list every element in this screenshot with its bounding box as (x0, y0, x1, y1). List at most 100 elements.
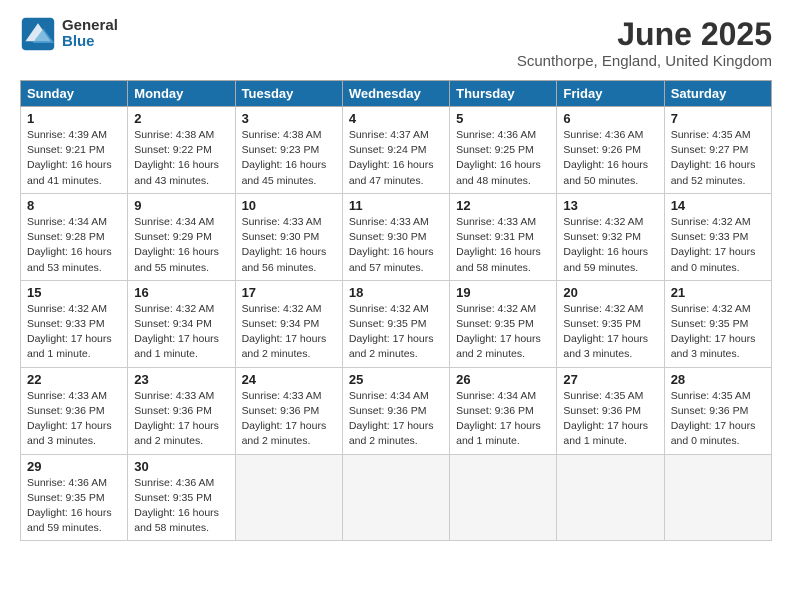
day-cell: 12Sunrise: 4:33 AM Sunset: 9:31 PM Dayli… (450, 193, 557, 280)
calendar-table: SundayMondayTuesdayWednesdayThursdayFrid… (20, 80, 772, 541)
logo: General Blue (20, 16, 118, 52)
day-cell: 3 Sunrise: 4:38 AM Sunset: 9:23 PM Daylig… (235, 107, 342, 194)
week-row-3: 15 Sunrise: 4:32 AM Sunset: 9:33 PM Dayli… (21, 280, 772, 367)
day-cell: 2Sunrise: 4:38 AM Sunset: 9:22 PM Daylig… (128, 107, 235, 194)
header-thursday: Thursday (450, 81, 557, 107)
day-number: 2 (134, 111, 228, 126)
day-cell: 10Sunrise: 4:33 AM Sunset: 9:30 PM Dayli… (235, 193, 342, 280)
day-number: 11 (349, 198, 443, 213)
day-number: 17 (242, 285, 336, 300)
day-number: 7 (671, 111, 765, 126)
day-info: Sunrise: 4:33 AM Sunset: 9:36 PM Dayligh… (134, 389, 228, 450)
header-sunday: Sunday (21, 81, 128, 107)
day-number: 8 (27, 198, 121, 213)
day-info: Sunrise: 4:36 AM Sunset: 9:25 PM Dayligh… (456, 128, 550, 189)
day-info: Sunrise: 4:36 AM Sunset: 9:35 PM Dayligh… (134, 476, 228, 537)
day-info: Sunrise: 4:33 AM Sunset: 9:30 PM Dayligh… (349, 215, 443, 276)
day-number: 16 (134, 285, 228, 300)
day-number: 25 (349, 372, 443, 387)
day-info: Sunrise: 4:33 AM Sunset: 9:36 PM Dayligh… (242, 389, 336, 450)
day-number: 10 (242, 198, 336, 213)
header-friday: Friday (557, 81, 664, 107)
day-cell: 24 Sunrise: 4:33 AM Sunset: 9:36 PM Dayli… (235, 367, 342, 454)
day-cell: 20 Sunrise: 4:32 AM Sunset: 9:35 PM Dayli… (557, 280, 664, 367)
day-info: Sunrise: 4:33 AM Sunset: 9:31 PM Dayligh… (456, 215, 550, 276)
day-number: 27 (563, 372, 657, 387)
day-info: Sunrise: 4:37 AM Sunset: 9:24 PM Dayligh… (349, 128, 443, 189)
logo-icon (20, 16, 56, 52)
day-number: 29 (27, 459, 121, 474)
day-number: 28 (671, 372, 765, 387)
day-cell (664, 454, 771, 541)
day-cell: 1 Sunrise: 4:39 AM Sunset: 9:21 PM Daylig… (21, 107, 128, 194)
logo-general: General (62, 18, 118, 35)
day-number: 9 (134, 198, 228, 213)
calendar-subtitle: Scunthorpe, England, United Kingdom (517, 53, 772, 70)
day-info: Sunrise: 4:34 AM Sunset: 9:36 PM Dayligh… (349, 389, 443, 450)
day-info: Sunrise: 4:35 AM Sunset: 9:36 PM Dayligh… (671, 389, 765, 450)
day-number: 24 (242, 372, 336, 387)
week-row-1: 1 Sunrise: 4:39 AM Sunset: 9:21 PM Daylig… (21, 107, 772, 194)
title-block: June 2025 Scunthorpe, England, United Ki… (517, 16, 772, 70)
day-info: Sunrise: 4:34 AM Sunset: 9:36 PM Dayligh… (456, 389, 550, 450)
day-number: 15 (27, 285, 121, 300)
day-number: 19 (456, 285, 550, 300)
day-number: 18 (349, 285, 443, 300)
day-cell (450, 454, 557, 541)
day-cell: 22Sunrise: 4:33 AM Sunset: 9:36 PM Dayli… (21, 367, 128, 454)
day-cell: 15 Sunrise: 4:32 AM Sunset: 9:33 PM Dayli… (21, 280, 128, 367)
day-cell: 23 Sunrise: 4:33 AM Sunset: 9:36 PM Dayli… (128, 367, 235, 454)
day-info: Sunrise: 4:32 AM Sunset: 9:35 PM Dayligh… (349, 302, 443, 363)
day-number: 14 (671, 198, 765, 213)
day-info: Sunrise: 4:32 AM Sunset: 9:35 PM Dayligh… (563, 302, 657, 363)
day-number: 26 (456, 372, 550, 387)
day-info: Sunrise: 4:32 AM Sunset: 9:35 PM Dayligh… (456, 302, 550, 363)
day-number: 21 (671, 285, 765, 300)
day-info: Sunrise: 4:35 AM Sunset: 9:27 PM Dayligh… (671, 128, 765, 189)
day-number: 13 (563, 198, 657, 213)
day-number: 4 (349, 111, 443, 126)
day-cell (235, 454, 342, 541)
day-cell: 13 Sunrise: 4:32 AM Sunset: 9:32 PM Dayli… (557, 193, 664, 280)
day-info: Sunrise: 4:32 AM Sunset: 9:34 PM Dayligh… (134, 302, 228, 363)
day-cell: 17 Sunrise: 4:32 AM Sunset: 9:34 PM Dayli… (235, 280, 342, 367)
day-info: Sunrise: 4:32 AM Sunset: 9:32 PM Dayligh… (563, 215, 657, 276)
day-cell: 5Sunrise: 4:36 AM Sunset: 9:25 PM Daylig… (450, 107, 557, 194)
header-row: SundayMondayTuesdayWednesdayThursdayFrid… (21, 81, 772, 107)
day-cell: 9 Sunrise: 4:34 AM Sunset: 9:29 PM Daylig… (128, 193, 235, 280)
day-info: Sunrise: 4:32 AM Sunset: 9:35 PM Dayligh… (671, 302, 765, 363)
day-info: Sunrise: 4:34 AM Sunset: 9:28 PM Dayligh… (27, 215, 121, 276)
week-row-4: 22 Sunrise: 4:33 AM Sunset: 9:36 PM Dayli… (21, 367, 772, 454)
logo-blue: Blue (62, 34, 118, 51)
day-info: Sunrise: 4:32 AM Sunset: 9:34 PM Dayligh… (242, 302, 336, 363)
calendar-title: June 2025 (517, 16, 772, 53)
day-number: 1 (27, 111, 121, 126)
day-info: Sunrise: 4:34 AM Sunset: 9:29 PM Dayligh… (134, 215, 228, 276)
day-info: Sunrise: 4:35 AM Sunset: 9:36 PM Dayligh… (563, 389, 657, 450)
day-number: 30 (134, 459, 228, 474)
week-row-5: 29 Sunrise: 4:36 AM Sunset: 9:35 PM Dayli… (21, 454, 772, 541)
logo-text: General Blue (62, 18, 118, 51)
day-cell: 14Sunrise: 4:32 AM Sunset: 9:33 PM Dayli… (664, 193, 771, 280)
day-number: 22 (27, 372, 121, 387)
day-cell: 18 Sunrise: 4:32 AM Sunset: 9:35 PM Dayli… (342, 280, 449, 367)
calendar-page: General Blue June 2025 Scunthorpe, Engla… (0, 0, 792, 612)
day-info: Sunrise: 4:32 AM Sunset: 9:33 PM Dayligh… (27, 302, 121, 363)
header-tuesday: Tuesday (235, 81, 342, 107)
day-cell: 21 Sunrise: 4:32 AM Sunset: 9:35 PM Dayli… (664, 280, 771, 367)
day-number: 3 (242, 111, 336, 126)
day-cell (557, 454, 664, 541)
day-number: 6 (563, 111, 657, 126)
day-cell: 11 Sunrise: 4:33 AM Sunset: 9:30 PM Dayli… (342, 193, 449, 280)
day-cell: 16 Sunrise: 4:32 AM Sunset: 9:34 PM Dayli… (128, 280, 235, 367)
header-wednesday: Wednesday (342, 81, 449, 107)
day-info: Sunrise: 4:36 AM Sunset: 9:26 PM Dayligh… (563, 128, 657, 189)
day-number: 20 (563, 285, 657, 300)
day-info: Sunrise: 4:38 AM Sunset: 9:23 PM Dayligh… (242, 128, 336, 189)
day-number: 23 (134, 372, 228, 387)
page-header: General Blue June 2025 Scunthorpe, Engla… (20, 16, 772, 70)
day-cell: 7 Sunrise: 4:35 AM Sunset: 9:27 PM Daylig… (664, 107, 771, 194)
header-monday: Monday (128, 81, 235, 107)
day-info: Sunrise: 4:39 AM Sunset: 9:21 PM Dayligh… (27, 128, 121, 189)
day-cell: 30 Sunrise: 4:36 AM Sunset: 9:35 PM Dayli… (128, 454, 235, 541)
